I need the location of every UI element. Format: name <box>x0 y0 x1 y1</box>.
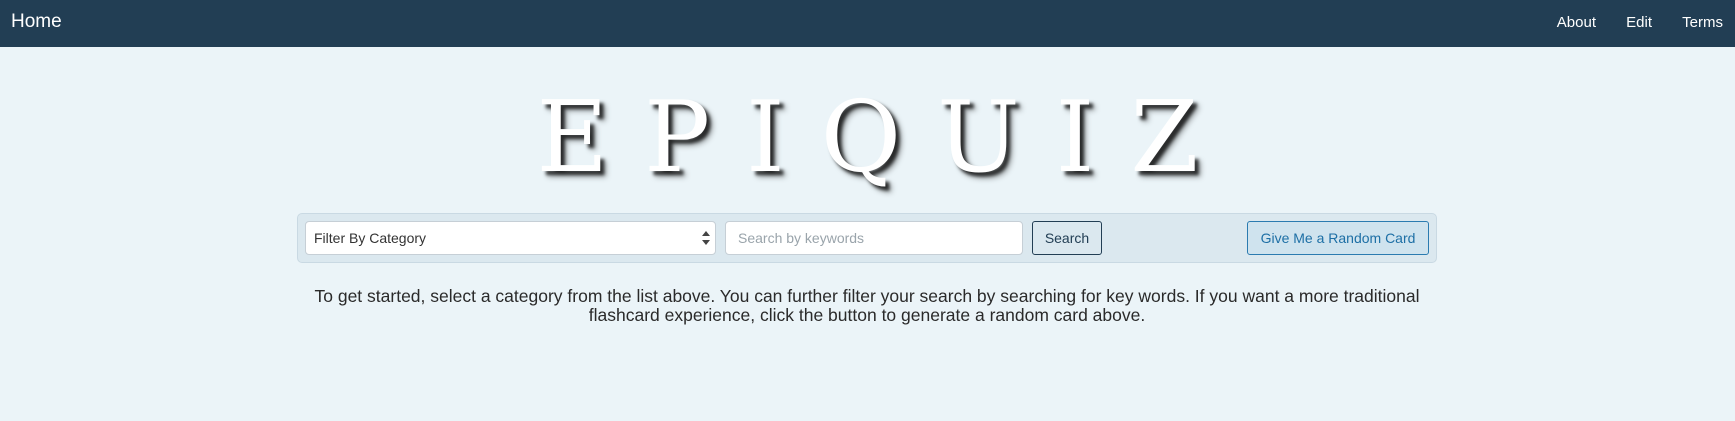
category-select-value: Filter By Category <box>314 230 427 246</box>
random-card-button[interactable]: Give Me a Random Card <box>1247 221 1429 255</box>
nav-home-link[interactable]: Home <box>11 11 62 33</box>
nav-link-about[interactable]: About <box>1557 14 1596 32</box>
search-button[interactable]: Search <box>1032 221 1102 255</box>
search-toolbar: Filter By Category Search Give Me a Rand… <box>297 213 1437 263</box>
category-select[interactable]: Filter By Category <box>305 221 716 255</box>
top-navbar: Home About Edit Terms <box>0 0 1735 47</box>
nav-link-terms[interactable]: Terms <box>1682 14 1723 32</box>
nav-link-edit[interactable]: Edit <box>1626 14 1652 32</box>
up-down-caret-icon <box>701 229 711 247</box>
site-logo: EPIQUIZ <box>536 81 1235 195</box>
keyword-search-input[interactable] <box>725 221 1023 255</box>
intro-instructions: To get started, select a category from t… <box>314 286 1420 325</box>
